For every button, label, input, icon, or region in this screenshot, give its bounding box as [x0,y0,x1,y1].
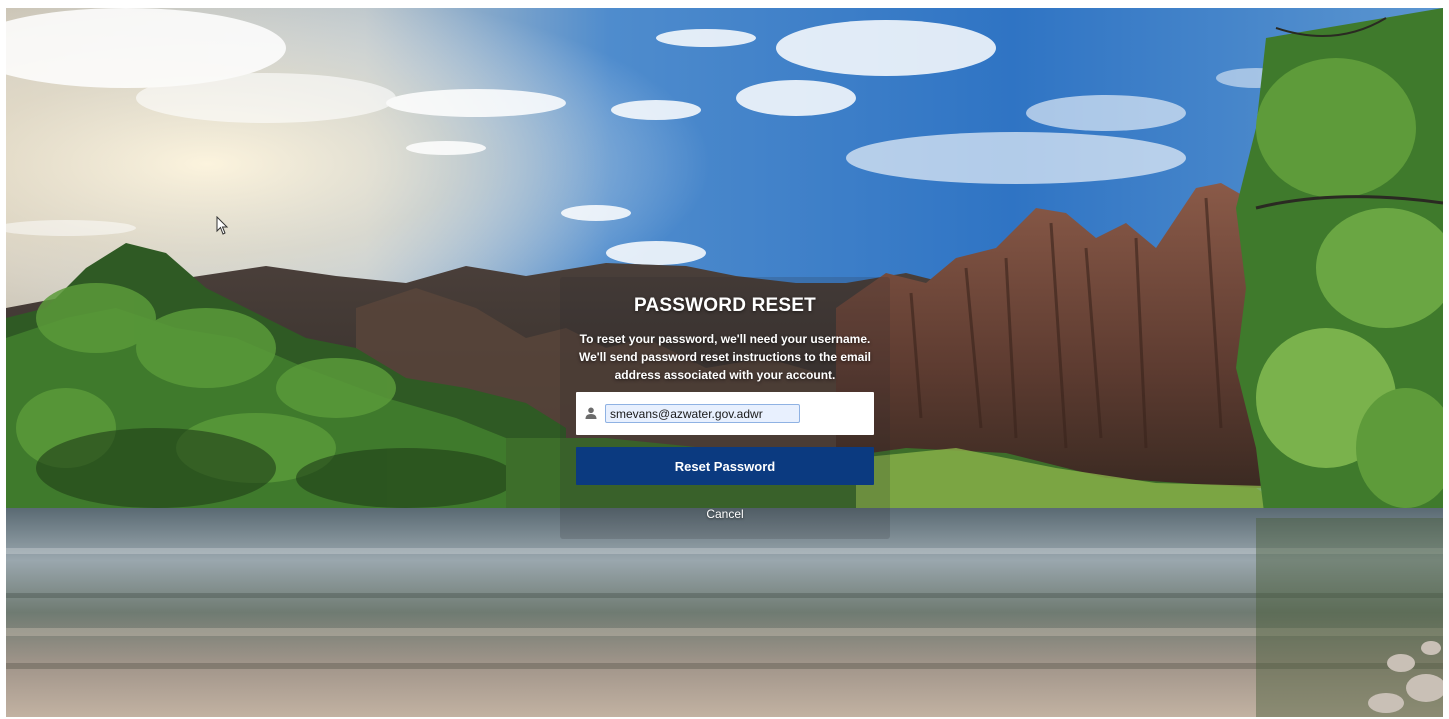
page-title: PASSWORD RESET [634,295,816,316]
login-page: PASSWORD RESET To reset your password, w… [6,8,1443,717]
username-input-container[interactable] [576,392,874,435]
reset-instructions: To reset your password, we'll need your … [566,330,884,384]
reset-password-button[interactable]: Reset Password [576,447,874,485]
mouse-cursor-icon [216,216,229,235]
username-input[interactable] [605,404,800,423]
instruction-line: address associated with your account. [614,368,836,382]
cancel-link[interactable]: Cancel [560,507,890,521]
instruction-line: To reset your password, we'll need your … [579,332,871,346]
instruction-line: We'll send password reset instructions t… [578,350,872,364]
user-icon [585,407,597,419]
